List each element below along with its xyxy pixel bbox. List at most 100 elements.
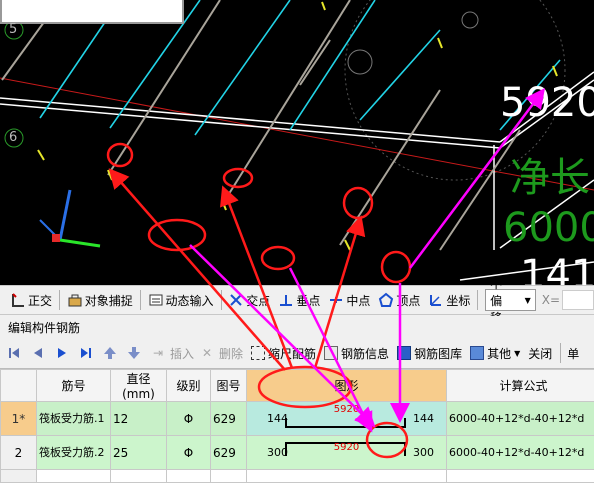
bar-name-cell[interactable]: 筏板受力筋.2: [37, 436, 111, 470]
figure-no-cell[interactable]: 629: [211, 402, 247, 436]
construction-circle-small: [348, 50, 372, 74]
next-record-icon[interactable]: [54, 345, 70, 361]
rebar-line: [300, 40, 330, 85]
empty-cell[interactable]: [37, 470, 111, 483]
ortho-button[interactable]: 正交: [6, 288, 56, 312]
toolbar-separator: [221, 290, 222, 310]
empty-cell[interactable]: [167, 470, 211, 483]
header-diameter[interactable]: 直径(mm): [111, 370, 167, 402]
delete-button[interactable]: ✕ 删除: [199, 342, 246, 364]
header-rownum: [1, 370, 37, 402]
bar-name-cell[interactable]: 筏板受力筋.1: [37, 402, 111, 436]
rebar-end: [38, 150, 44, 160]
close-button[interactable]: 关闭: [525, 342, 555, 364]
coordinate-label: 坐标: [446, 292, 470, 309]
previous-record-icon[interactable]: [30, 345, 46, 361]
rebar-end: [438, 38, 442, 48]
table-row[interactable]: 1* 筏板受力筋.1 12 Φ 629 144 5920 144 6000-40…: [1, 402, 594, 436]
ucs-origin: [52, 234, 60, 242]
close-label: 关闭: [528, 345, 552, 362]
midpoint-snap-button[interactable]: 中点: [324, 288, 374, 312]
rebar-line: [290, 0, 375, 130]
table-row[interactable]: [1, 470, 594, 483]
delete-label: 删除: [219, 345, 243, 362]
move-down-icon[interactable]: [126, 345, 142, 361]
coordinate-snap-button[interactable]: 坐标: [424, 288, 474, 312]
figure-cell[interactable]: 300 5920 300: [247, 436, 447, 470]
coordinate-icon: [428, 292, 444, 308]
axis-label-5: 5: [9, 22, 17, 37]
table-row[interactable]: 2 筏板受力筋.2 25 Φ 629 300 5920 300 6000-40+…: [1, 436, 594, 470]
rebar-info-icon: [324, 346, 338, 360]
other-icon: [470, 346, 484, 360]
scale-rebar-label: 缩尺配筋: [268, 345, 316, 362]
net-length-label: 净长: [510, 145, 590, 203]
diameter-cell[interactable]: 25: [111, 436, 167, 470]
panel-title: 编辑构件钢筋: [0, 316, 594, 338]
figure-no-cell[interactable]: 629: [211, 436, 247, 470]
vertex-icon: [378, 292, 394, 308]
scale-rebar-button[interactable]: 缩尺配筋: [248, 342, 319, 364]
empty-cell[interactable]: [447, 470, 594, 483]
formula-cell[interactable]: 6000-40+12*d-40+12*d: [447, 402, 594, 436]
net-length-value: 6000: [503, 205, 594, 251]
single-label: 单: [567, 345, 579, 362]
rebar-info-label: 钢筋信息: [341, 345, 389, 362]
header-figure[interactable]: 图形: [247, 370, 447, 402]
rebar-line: [195, 0, 290, 135]
slab-edge: [0, 98, 500, 142]
header-formula[interactable]: 计算公式: [447, 370, 594, 402]
grade-cell[interactable]: Φ: [167, 436, 211, 470]
hook-length: 141: [520, 252, 594, 285]
viewport-overlay-panel: [0, 0, 184, 24]
ortho-icon: [10, 292, 26, 308]
formula-cell[interactable]: 6000-40+12*d-40+12*d: [447, 436, 594, 470]
empty-cell[interactable]: [247, 470, 447, 483]
intersection-snap-button[interactable]: 交点: [224, 288, 274, 312]
header-bar-name[interactable]: 筋号: [37, 370, 111, 402]
perpendicular-snap-button[interactable]: 垂点: [274, 288, 324, 312]
intersection-label: 交点: [246, 292, 270, 309]
insert-button[interactable]: ⇥ 插入: [150, 342, 197, 364]
cad-viewport[interactable]: 5 6 5920 净长 6000 141: [0, 0, 594, 285]
x-coordinate-label: X=: [542, 293, 560, 307]
empty-cell[interactable]: [211, 470, 247, 483]
empty-cell[interactable]: [111, 470, 167, 483]
diameter-cell[interactable]: 12: [111, 402, 167, 436]
toolbar-separator: [59, 290, 60, 310]
figure-right-length[interactable]: 300: [413, 446, 434, 459]
snap-toolbar: 正交 对象捕捉 动态输入 交点 垂点 中点 顶点 坐标 不偏移 ▼ X=: [0, 285, 594, 315]
dimension-length: 5920: [500, 80, 594, 126]
row-number: 2: [1, 436, 37, 470]
dynamic-input-button[interactable]: 动态输入: [144, 288, 218, 312]
insert-label: 插入: [170, 345, 194, 362]
grade-cell[interactable]: Φ: [167, 402, 211, 436]
rebar-end: [345, 240, 350, 250]
insert-icon: ⇥: [153, 346, 167, 360]
midpoint-label: 中点: [346, 292, 370, 309]
move-up-icon[interactable]: [102, 345, 118, 361]
rebar-line: [340, 90, 440, 245]
other-menu-button[interactable]: 其他 ▼: [467, 342, 523, 364]
x-coordinate-input[interactable]: [562, 290, 594, 310]
other-label: 其他: [487, 345, 511, 362]
last-record-icon[interactable]: [78, 345, 94, 361]
figure-right-length[interactable]: 144: [413, 412, 434, 425]
offset-select[interactable]: 不偏移 ▼: [485, 289, 536, 311]
vertex-snap-button[interactable]: 顶点: [374, 288, 424, 312]
rebar-line: [360, 30, 440, 120]
rebar-line: [222, 0, 350, 205]
grid-header-row: 筋号 直径(mm) 级别 图号 图形 计算公式: [1, 370, 594, 402]
intersection-icon: [228, 292, 244, 308]
rebar-library-button[interactable]: 钢筋图库: [394, 342, 465, 364]
figure-cell[interactable]: 144 5920 144: [247, 402, 447, 436]
header-figure-no[interactable]: 图号: [211, 370, 247, 402]
rebar-info-button[interactable]: 钢筋信息: [321, 342, 392, 364]
object-snap-button[interactable]: 对象捕捉: [63, 288, 137, 312]
slab-edge: [0, 104, 500, 148]
header-grade[interactable]: 级别: [167, 370, 211, 402]
ortho-label: 正交: [28, 292, 52, 309]
first-record-icon[interactable]: [6, 345, 22, 361]
chevron-down-icon: ▼: [514, 349, 520, 358]
single-button[interactable]: 单: [564, 342, 582, 364]
